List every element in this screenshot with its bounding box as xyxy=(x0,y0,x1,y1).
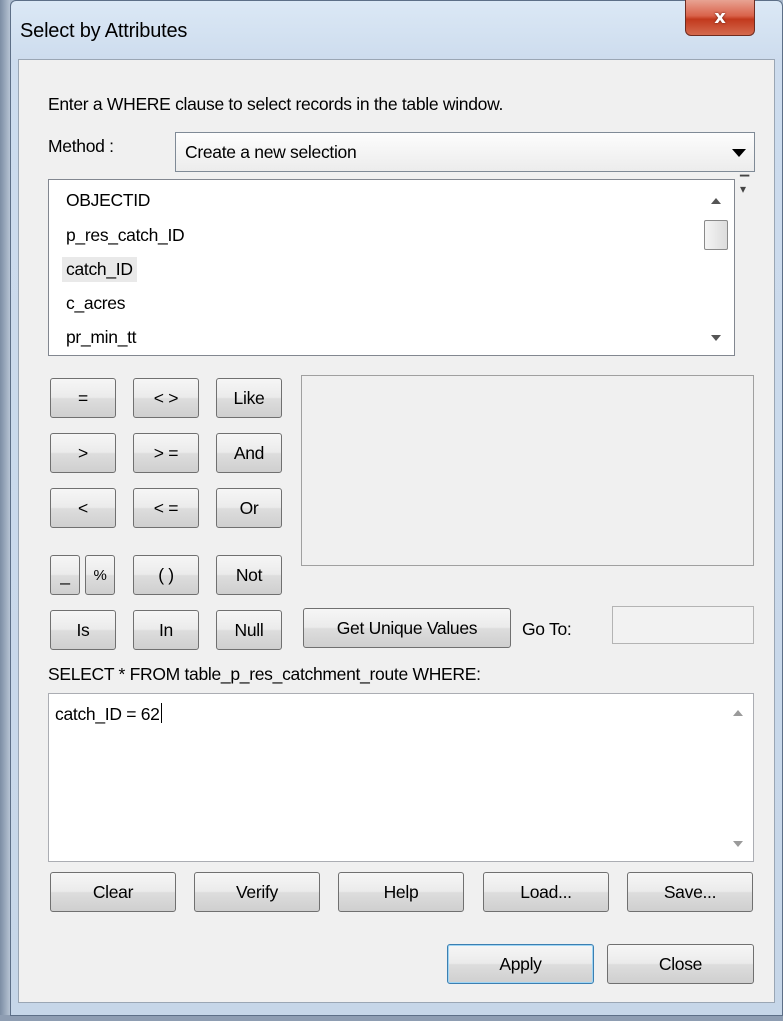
is-button[interactable]: Is xyxy=(50,610,116,650)
less-than-button[interactable]: < xyxy=(50,488,116,528)
close-icon: x xyxy=(714,7,726,28)
load-button[interactable]: Load... xyxy=(483,872,609,912)
window-close-button[interactable]: x xyxy=(685,0,755,36)
fields-scrollbar[interactable] xyxy=(700,180,734,355)
expression-text: catch_ID = 62 xyxy=(55,704,160,724)
where-clause-text: catch_ID = 62 xyxy=(55,703,162,725)
underscore-wildcard-button[interactable]: _ xyxy=(50,555,80,595)
parentheses-button[interactable]: ( ) xyxy=(133,555,199,595)
scroll-down-icon[interactable] xyxy=(733,841,743,847)
less-equal-button[interactable]: < = xyxy=(133,488,199,528)
unique-values-list[interactable] xyxy=(301,375,754,566)
background-left xyxy=(0,0,10,1021)
or-button[interactable]: Or xyxy=(216,488,282,528)
not-equal-button[interactable]: < > xyxy=(133,378,199,418)
greater-equal-button[interactable]: > = xyxy=(133,433,199,473)
field-item-selected[interactable]: catch_ID xyxy=(62,257,137,282)
select-statement-label: SELECT * FROM table_p_res_catchment_rout… xyxy=(48,664,481,684)
method-dropdown-value: Create a new selection xyxy=(185,142,357,162)
not-button[interactable]: Not xyxy=(216,555,282,595)
chevron-down-icon xyxy=(732,149,746,157)
save-button[interactable]: Save... xyxy=(627,872,753,912)
text-caret xyxy=(160,703,162,723)
in-button[interactable]: In xyxy=(133,610,199,650)
method-label: Method : xyxy=(48,136,114,156)
null-button[interactable]: Null xyxy=(216,610,282,650)
get-unique-values-button[interactable]: Get Unique Values xyxy=(303,608,511,648)
goto-input[interactable] xyxy=(612,606,754,644)
method-dropdown[interactable]: Create a new selection xyxy=(175,132,755,172)
apply-button[interactable]: Apply xyxy=(447,944,594,984)
equals-button[interactable]: = xyxy=(50,378,116,418)
like-button[interactable]: Like xyxy=(216,378,282,418)
and-button[interactable]: And xyxy=(216,433,282,473)
field-item[interactable]: OBJECTID xyxy=(62,188,154,213)
goto-label: Go To: xyxy=(522,619,572,639)
list-menu-icon[interactable]: ▔ ▾ xyxy=(740,176,749,195)
field-item[interactable]: pr_min_tt xyxy=(62,325,140,350)
expression-scrollbar[interactable] xyxy=(723,694,753,861)
help-button[interactable]: Help xyxy=(338,872,464,912)
dialog-title: Select by Attributes xyxy=(20,20,188,42)
clear-button[interactable]: Clear xyxy=(50,872,176,912)
percent-wildcard-button[interactable]: % xyxy=(85,555,115,595)
scroll-up-icon[interactable] xyxy=(711,198,721,204)
instruction-text: Enter a WHERE clause to select records i… xyxy=(48,94,504,114)
scroll-down-icon[interactable] xyxy=(711,335,721,341)
field-item[interactable]: c_acres xyxy=(62,291,129,316)
where-clause-textarea[interactable]: catch_ID = 62 xyxy=(48,693,754,862)
close-button[interactable]: Close xyxy=(607,944,754,984)
scroll-up-icon[interactable] xyxy=(733,710,743,716)
greater-than-button[interactable]: > xyxy=(50,433,116,473)
verify-button[interactable]: Verify xyxy=(194,872,320,912)
scroll-thumb[interactable] xyxy=(704,220,728,250)
fields-listbox[interactable]: OBJECTID p_res_catch_ID catch_ID c_acres… xyxy=(48,179,735,356)
field-item[interactable]: p_res_catch_ID xyxy=(62,223,188,248)
